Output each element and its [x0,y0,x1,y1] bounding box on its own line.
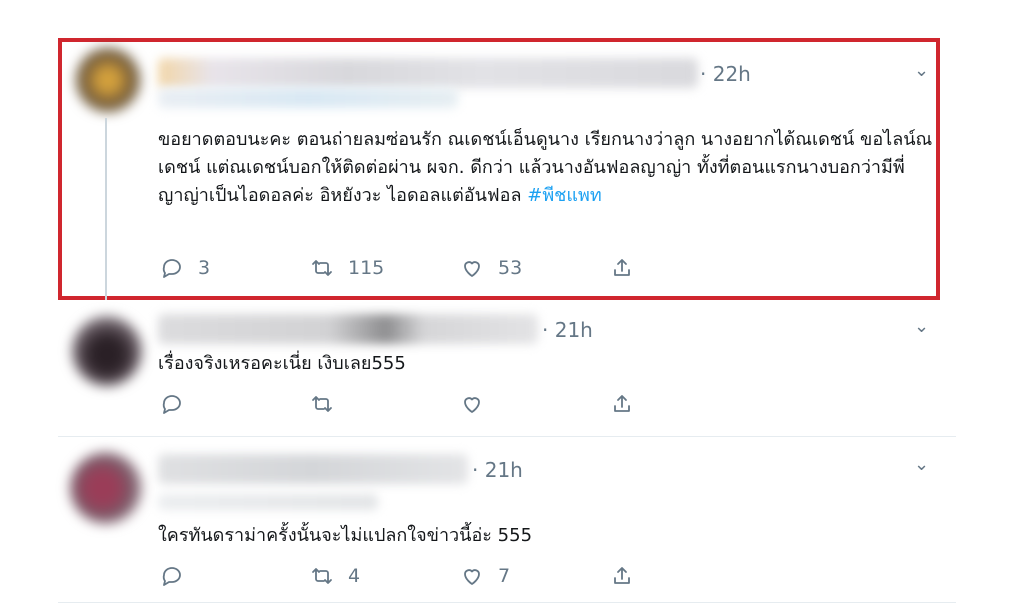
hashtag-link[interactable]: #พีชแพท [527,185,602,206]
like-button[interactable] [460,392,498,416]
divider [58,602,956,603]
avatar[interactable] [70,452,142,524]
tweet-actions: 3 115 53 [160,256,640,286]
retweet-icon [312,396,332,412]
retweet-count: 4 [348,565,361,587]
retweet-button[interactable]: 115 [310,256,384,280]
reply-button[interactable] [160,564,198,588]
reply-tweet-3[interactable]: · 21h ⌄ ใครทันดราม่าครั้งนั้นจะไม่แปลกใจ… [0,438,1024,604]
avatar[interactable] [72,316,142,386]
thread-line [105,118,107,300]
tweet-actions [160,392,640,422]
avatar[interactable] [76,48,140,112]
like-count: 53 [498,257,523,279]
retweet-button[interactable] [310,392,348,416]
reply-icon [162,395,181,414]
reply-button[interactable] [160,392,198,416]
tweet-text: ขอยาดตอบนะคะ ตอนถ่ายลมซ่อนรัก ณเดชน์เอ็น… [158,126,934,210]
reply-count: 3 [198,257,211,279]
timestamp[interactable]: · 21h [542,318,593,342]
share-icon [614,395,630,412]
heart-icon [464,569,480,585]
reply-tweet-1[interactable]: · 22h ⌄ ขอยาดตอบนะคะ ตอนถ่ายลมซ่อนรัก ณเ… [0,0,1024,300]
share-icon [614,567,630,584]
chevron-down-icon[interactable]: ⌄ [914,316,929,337]
share-icon [614,259,630,276]
share-button[interactable] [610,256,634,280]
retweet-icon [312,260,332,276]
retweet-button[interactable]: 4 [310,564,360,588]
chevron-down-icon[interactable]: ⌄ [914,454,929,475]
heart-icon [464,261,480,277]
share-button[interactable] [610,392,634,416]
timestamp[interactable]: · 21h [472,458,523,482]
share-button[interactable] [610,564,634,588]
like-button[interactable]: 53 [460,256,522,280]
username-blurred[interactable] [158,314,538,344]
tweet-actions: 4 7 [160,564,640,594]
reply-icon [162,259,181,278]
tweet-text: ใครทันดราม่าครั้งนั้นจะไม่แปลกใจข่าวนี้อ… [158,525,533,546]
heart-icon [464,397,480,413]
handle-blurred[interactable] [158,494,378,510]
reply-tweet-2[interactable]: · 21h ⌄ เรื่องจริงเหรอคะเนี่ย เงิบเลย555 [0,300,1024,438]
username-blurred[interactable] [158,454,468,484]
reply-icon [162,567,181,586]
retweet-icon [312,568,332,584]
chevron-down-icon[interactable]: ⌄ [914,60,929,81]
retweet-count: 115 [348,257,385,279]
tweet-text: เรื่องจริงเหรอคะเนี่ย เงิบเลย555 [158,353,406,374]
divider [58,436,956,437]
timestamp[interactable]: · 22h [700,62,751,86]
username-blurred[interactable] [158,58,698,88]
handle-blurred[interactable] [158,88,458,108]
reply-button[interactable]: 3 [160,256,210,280]
like-count: 7 [498,565,511,587]
like-button[interactable]: 7 [460,564,510,588]
